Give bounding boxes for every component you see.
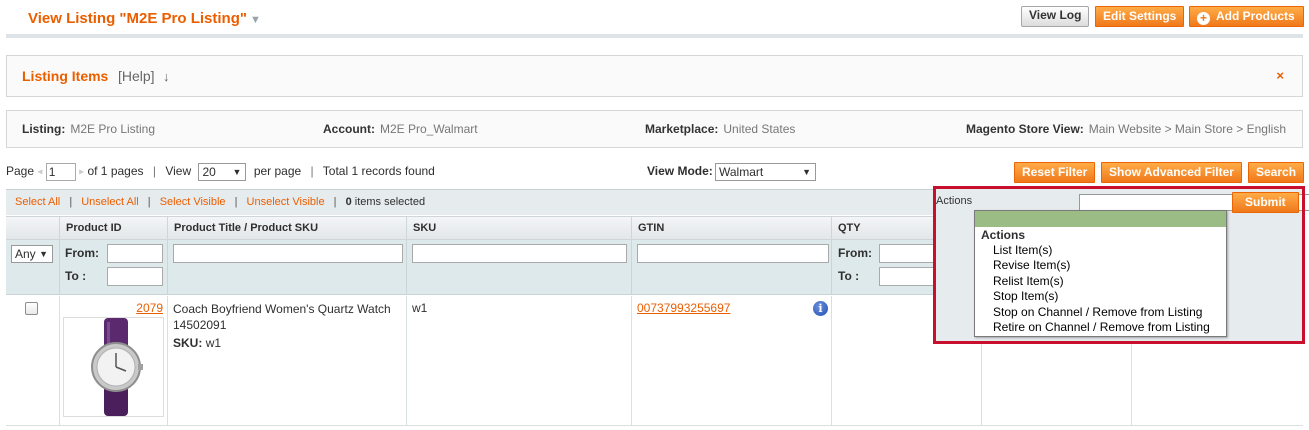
filter-product-title — [167, 240, 406, 295]
gtin-link[interactable]: 00737993255697 — [637, 301, 730, 315]
page-title-text: View Listing "M2E Pro Listing" — [28, 10, 247, 27]
product-id-cell: 2079 — [59, 296, 167, 426]
store-view-info: Magento Store View: Main Website > Main S… — [966, 122, 1286, 136]
close-icon[interactable]: × — [1276, 68, 1284, 83]
prev-page-icon[interactable]: ◂ — [37, 167, 42, 178]
marketplace-label: Marketplace: — [645, 122, 719, 136]
collapse-arrow-icon[interactable]: ↓ — [163, 69, 170, 84]
listing-items-box: Listing Items [Help] ↓ × — [6, 55, 1303, 97]
highlight-frame — [933, 186, 1305, 344]
gtin-cell: 00737993255697 i — [631, 296, 831, 426]
select-all-link[interactable]: Select All — [15, 196, 60, 208]
product-sku-line: SKU: w1 — [173, 336, 221, 350]
any-select[interactable]: Any ▼ — [11, 245, 53, 263]
to-label: To : — [838, 269, 860, 283]
to-label: To : — [65, 269, 87, 283]
row-checkbox[interactable] — [25, 302, 38, 315]
product-title: Coach Boyfriend Women's Quartz Watch 145… — [173, 302, 391, 332]
sku-value: w1 — [205, 336, 222, 350]
pager: Page ◂ 1 ▸ of 1 pages | View 20 ▼ per pag… — [6, 163, 435, 181]
total-records: Total 1 records found — [322, 164, 435, 179]
listing-items-title: Listing Items — [22, 68, 109, 84]
view-mode-label: View Mode: — [647, 164, 713, 178]
watch-image-icon — [91, 318, 143, 416]
row-checkbox-cell — [6, 296, 59, 426]
of-pages-text: of 1 pages — [87, 164, 144, 179]
qty-from-input[interactable] — [879, 244, 939, 263]
edit-settings-button[interactable]: Edit Settings — [1095, 6, 1185, 27]
product-id-to-input[interactable] — [107, 267, 163, 286]
reset-filter-button[interactable]: Reset Filter — [1014, 162, 1096, 183]
sku-filter-input[interactable] — [412, 244, 627, 263]
listing-info-bar: Listing: M2E Pro Listing Account: M2E Pro_… — [6, 110, 1303, 148]
header-checkbox-col — [6, 217, 59, 240]
sku-text: w1 — [412, 301, 428, 315]
filter-checkbox-col: Any ▼ — [6, 240, 59, 295]
any-value: Any — [15, 247, 36, 261]
from-label: From: — [65, 246, 99, 260]
store-view-label: Magento Store View: — [965, 122, 1084, 136]
qty-to-input[interactable] — [879, 267, 939, 286]
next-page-icon[interactable]: ▸ — [79, 167, 84, 178]
page-label: Page — [6, 164, 35, 179]
listing-info: Listing: M2E Pro Listing — [22, 122, 155, 136]
header-sku[interactable]: SKU — [406, 217, 631, 240]
per-page-value: 20 — [202, 165, 216, 179]
chevron-down-icon: ▼ — [802, 167, 811, 177]
header-product-title[interactable]: Product Title / Product SKU — [167, 217, 406, 240]
info-icon[interactable]: i — [813, 301, 828, 316]
account-info: Account: M2E Pro_Walmart — [323, 122, 478, 136]
filter-gtin — [631, 240, 831, 295]
product-id-link[interactable]: 2079 — [136, 301, 163, 315]
header-gtin[interactable]: GTIN — [631, 217, 831, 240]
select-visible-link[interactable]: Select Visible — [160, 196, 226, 208]
page-input[interactable]: 1 — [45, 163, 76, 181]
page-title: View Listing "M2E Pro Listing" ▼ — [28, 10, 261, 27]
store-view-value: Main Website > Main Store > English — [1088, 122, 1286, 136]
view-label: View — [165, 164, 192, 179]
per-page-label: per page — [253, 164, 302, 179]
marketplace-value: United States — [723, 122, 796, 136]
help-link[interactable]: [Help] — [118, 68, 155, 84]
per-page-select[interactable]: 20 ▼ — [198, 163, 247, 181]
view-log-button[interactable]: View Log — [1021, 6, 1090, 27]
gtin-filter-input[interactable] — [637, 244, 829, 263]
search-button[interactable]: Search — [1248, 162, 1305, 183]
unselect-visible-link[interactable]: Unselect Visible — [247, 196, 325, 208]
selection-links: Select All | Unselect All | Select Visib… — [15, 196, 426, 208]
view-mode-select[interactable]: Walmart ▼ — [715, 163, 816, 181]
listing-label: Listing: — [22, 122, 66, 136]
add-products-button[interactable]: + Add Products — [1189, 6, 1304, 27]
add-products-label: Add Products — [1216, 9, 1295, 23]
selected-text: items selected — [354, 196, 426, 208]
chevron-down-icon: ▼ — [232, 167, 242, 177]
filter-sku — [406, 240, 631, 295]
filter-product-id: From: To : — [59, 240, 167, 295]
from-label: From: — [838, 246, 872, 260]
sku-label: SKU: — [173, 336, 203, 350]
product-title-filter-input[interactable] — [173, 244, 403, 263]
product-id-from-input[interactable] — [107, 244, 163, 263]
selected-count: 0 — [345, 196, 352, 208]
product-image[interactable] — [63, 317, 164, 417]
show-advanced-filter-button[interactable]: Show Advanced Filter — [1101, 162, 1242, 183]
sku-cell: w1 — [406, 296, 631, 426]
marketplace-info: Marketplace: United States — [645, 122, 795, 136]
header-product-id[interactable]: Product ID — [59, 217, 167, 240]
unselect-all-link[interactable]: Unselect All — [81, 196, 138, 208]
listing-value: M2E Pro Listing — [70, 122, 156, 136]
view-mode-value: Walmart — [719, 165, 764, 179]
header-divider — [6, 34, 1303, 38]
plus-icon: + — [1197, 12, 1210, 25]
chevron-down-icon: ▼ — [39, 249, 48, 259]
account-label: Account: — [323, 122, 375, 136]
account-value: M2E Pro_Walmart — [380, 122, 478, 136]
product-title-cell: Coach Boyfriend Women's Quartz Watch 145… — [167, 296, 406, 426]
chevron-down-icon[interactable]: ▼ — [250, 14, 261, 26]
